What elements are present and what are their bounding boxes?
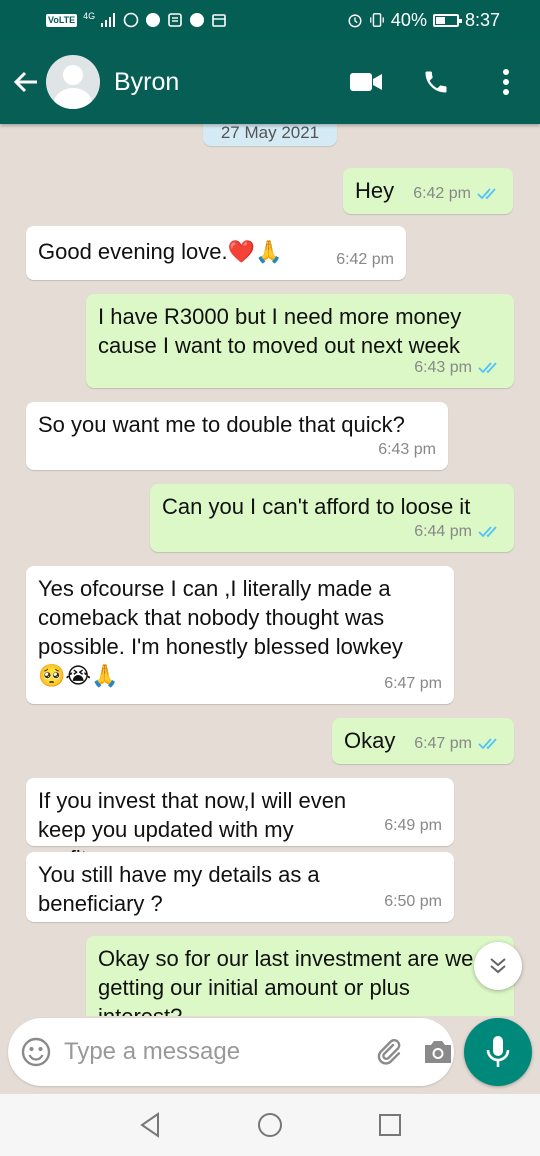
message-time: 6:47 pm	[384, 675, 442, 692]
message-text: Can you I can't afford to loose it	[162, 494, 471, 519]
message-bubble[interactable]: So you want me to double that quick? 6:4…	[26, 402, 448, 470]
chat-header: Byron	[0, 40, 540, 124]
message-bubble[interactable]: If you invest that now,I will even keep …	[26, 778, 454, 871]
alarm-icon	[347, 12, 363, 28]
double-chevron-down-icon	[490, 958, 506, 974]
calendar-notification-icon	[211, 12, 227, 28]
scroll-to-bottom-button[interactable]	[474, 942, 522, 990]
clock-time: 8:37	[464, 9, 500, 30]
microphone-button[interactable]	[464, 1018, 532, 1086]
battery-percent: 40%	[390, 9, 427, 30]
message-time: 6:43 pm	[378, 441, 436, 458]
nav-home-icon[interactable]	[250, 1105, 290, 1145]
read-ticks-icon	[478, 525, 497, 537]
message-bubble[interactable]: Yes ofcourse I can ,I literally made a c…	[26, 566, 454, 704]
phone-icon[interactable]	[414, 60, 458, 104]
message-meta: 6:49 pm	[384, 811, 442, 840]
message-bubble[interactable]: You still have my details as a beneficia…	[26, 852, 454, 922]
chat-area[interactable]: 27 May 2021 Hey 6:42 pm Good evening lov…	[0, 124, 540, 1016]
message-time: 6:50 pm	[384, 893, 442, 910]
message-time: 6:42 pm	[413, 185, 471, 202]
back-arrow-icon[interactable]	[6, 62, 46, 102]
volte-indicator: VoLTE	[46, 13, 78, 27]
network-type: 4G	[83, 10, 96, 21]
whatsapp-notification-icon	[145, 12, 161, 28]
read-ticks-icon	[478, 361, 497, 373]
nav-recents-icon[interactable]	[370, 1105, 410, 1145]
message-bubble[interactable]: Hey 6:42 pm	[343, 168, 513, 214]
message-bubble[interactable]: I have R3000 but I need more money cause…	[86, 294, 514, 388]
emoji-icon[interactable]	[20, 1032, 52, 1072]
status-left: VoLTE 4G	[46, 10, 227, 28]
read-ticks-icon	[477, 187, 496, 199]
message-bubble[interactable]: Okay so for our last investment are we g…	[86, 936, 514, 1016]
date-divider: 27 May 2021	[203, 124, 337, 146]
message-text: You still have my details as a beneficia…	[38, 862, 320, 916]
whatsapp-notification-icon	[123, 12, 139, 28]
video-call-icon[interactable]	[344, 60, 388, 104]
message-text: So you want me to double that quick?	[38, 412, 405, 437]
message-meta: 6:43 pm	[378, 435, 436, 464]
camera-icon[interactable]	[422, 1032, 454, 1072]
message-bubble[interactable]: Okay 6:47 pm	[332, 718, 514, 764]
message-meta: 6:42 pm	[336, 245, 394, 274]
header-actions	[344, 60, 528, 104]
message-bubble[interactable]: Good evening love.❤️🙏 6:42 pm	[26, 226, 406, 280]
message-meta: 6:44 pm	[414, 517, 502, 546]
status-right: 40% 8:37	[347, 10, 500, 31]
facebook-notification-icon	[189, 12, 205, 28]
microphone-icon	[486, 1036, 510, 1067]
paperclip-icon[interactable]	[374, 1032, 404, 1072]
signal-icon	[101, 12, 117, 28]
message-notification-icon	[167, 12, 183, 28]
message-text: Okay so for our last investment are we g…	[98, 946, 474, 1016]
message-time: 6:47 pm	[414, 735, 472, 752]
message-composer	[8, 1018, 454, 1086]
vibrate-icon	[369, 12, 385, 28]
message-text: Good evening love.❤️🙏	[38, 239, 283, 264]
message-meta: 6:42 pm	[413, 179, 501, 208]
message-bubble[interactable]: Can you I can't afford to loose it 6:44 …	[150, 484, 514, 552]
message-text: Yes ofcourse I can ,I literally made a c…	[38, 576, 403, 688]
more-vert-icon[interactable]	[484, 60, 528, 104]
message-meta: 6:43 pm	[414, 353, 502, 382]
message-text: Okay	[344, 728, 396, 753]
message-time: 6:49 pm	[384, 817, 442, 834]
message-meta: 6:47 pm	[384, 669, 442, 698]
message-meta: 6:47 pm	[414, 729, 502, 758]
message-input[interactable]	[64, 1032, 374, 1072]
nav-back-icon[interactable]	[130, 1105, 170, 1145]
battery-icon	[432, 13, 462, 27]
avatar[interactable]	[46, 55, 100, 109]
message-text: Hey	[355, 178, 395, 203]
system-nav-bar	[0, 1094, 540, 1156]
message-text: I have R3000 but I need more money cause…	[98, 304, 462, 358]
read-ticks-icon	[478, 737, 497, 749]
message-time: 6:44 pm	[414, 523, 472, 540]
message-time: 6:43 pm	[414, 359, 472, 376]
message-time: 6:42 pm	[336, 251, 394, 268]
status-bar: VoLTE 4G 40% 8:37	[0, 0, 540, 40]
contact-name[interactable]: Byron	[114, 68, 344, 97]
message-meta: 6:50 pm	[384, 887, 442, 916]
